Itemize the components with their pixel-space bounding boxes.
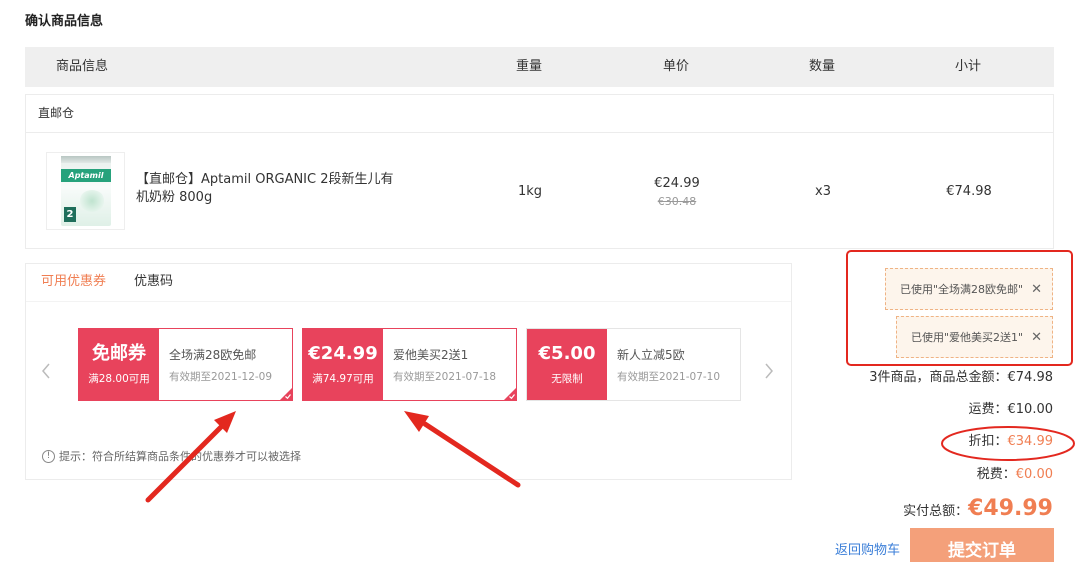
back-to-cart-link[interactable]: 返回购物车 — [835, 543, 900, 559]
items-total-value: €74.98 — [1007, 370, 1054, 385]
product-quantity: x3 — [815, 184, 831, 199]
coupon-value: €5.00 — [538, 343, 596, 364]
tax-row: 税费：€0.00 — [977, 467, 1053, 483]
coupon-value: 免邮券 — [92, 343, 146, 364]
shipping-value: €10.00 — [1007, 402, 1054, 417]
check-icon — [504, 388, 516, 400]
can-lid — [61, 156, 111, 163]
brand-logo: Aptamil — [61, 169, 111, 182]
tab-coupon-code[interactable]: 优惠码 — [134, 274, 173, 290]
applied-coupon-label: 已使用"爱他美买2送1" — [910, 331, 1024, 344]
submit-order-button[interactable]: 提交订单 — [910, 528, 1054, 562]
discount-row: 折扣：€34.99 — [968, 434, 1053, 450]
coupon-value-panel: 免邮券 满28.00可用 — [79, 329, 159, 400]
coupon-panel: 可用优惠券 优惠码 免邮券 满28.00可用 全场满28欧免邮 有效期至2021… — [25, 263, 792, 480]
warehouse-label: 直邮仓 — [38, 106, 75, 120]
tab-divider — [26, 301, 791, 302]
chevron-left-icon[interactable] — [41, 363, 51, 379]
table-header: 商品信息 重量 单价 数量 小计 — [25, 47, 1054, 87]
coupon-value-panel: €5.00 无限制 — [527, 329, 607, 400]
product-can-illustration: Aptamil 2 — [61, 156, 111, 226]
shipping-label: 运费： — [968, 402, 1008, 417]
coupon-validity: 有效期至2021-07-10 — [617, 371, 721, 383]
product-price: €24.99 — [654, 176, 700, 191]
column-header-weight: 重量 — [515, 59, 543, 74]
coupon-condition: 满28.00可用 — [88, 373, 150, 385]
column-header-product: 商品信息 — [55, 59, 109, 74]
order-confirm-page: 确认商品信息 商品信息 重量 单价 数量 小计 直邮仓 Aptamil 2 【直… — [0, 0, 1080, 562]
divider — [26, 132, 1053, 133]
tax-label: 税费： — [976, 467, 1016, 482]
coupon-validity: 有效期至2021-12-09 — [169, 371, 273, 383]
tax-value: €0.00 — [1015, 467, 1053, 482]
page-title: 确认商品信息 — [25, 14, 104, 29]
coupon-value: €24.99 — [308, 343, 378, 364]
shipping-row: 运费：€10.00 — [968, 402, 1053, 418]
close-icon[interactable]: ✕ — [1031, 330, 1042, 345]
check-icon — [280, 388, 292, 400]
coupon-title: 爱他美买2送1 — [393, 348, 469, 362]
grand-total-value: €49.99 — [968, 496, 1053, 521]
coupon-card-new-user[interactable]: €5.00 无限制 新人立减5欧 有效期至2021-07-10 — [526, 328, 741, 401]
coupon-title: 新人立减5欧 — [617, 348, 685, 362]
discount-label: 折扣： — [968, 434, 1008, 449]
coupon-validity: 有效期至2021-07-18 — [393, 371, 497, 383]
coupon-card-buy2get1[interactable]: €24.99 满74.97可用 爱他美买2送1 有效期至2021-07-18 — [302, 328, 517, 401]
coupon-hint-text: 提示：符合所结算商品条件的优惠券才可以被选择 — [59, 450, 301, 463]
applied-coupon-tag: 已使用"爱他美买2送1" ✕ — [895, 316, 1053, 358]
product-group: 直邮仓 Aptamil 2 【直邮仓】Aptamil ORGANIC 2段新生儿… — [25, 94, 1054, 249]
product-image[interactable]: Aptamil 2 — [46, 152, 125, 230]
items-total-row: 3件商品，商品总金额：€74.98 — [869, 370, 1053, 386]
coupon-title: 全场满28欧免邮 — [169, 348, 257, 362]
column-header-subtotal: 小计 — [954, 59, 982, 74]
grand-total-label: 实付总额： — [903, 504, 969, 519]
discount-value: €34.99 — [1007, 434, 1054, 449]
items-total-label: 3件商品，商品总金额： — [869, 370, 1008, 385]
coupon-card-free-shipping[interactable]: 免邮券 满28.00可用 全场满28欧免邮 有效期至2021-12-09 — [78, 328, 293, 401]
product-subtotal: €74.98 — [946, 184, 992, 199]
product-name-link[interactable]: 【直邮仓】Aptamil ORGANIC 2段新生儿有机奶粉 800g — [136, 171, 398, 207]
close-icon[interactable]: ✕ — [1031, 282, 1042, 297]
grand-total-row: 实付总额：€49.99 — [903, 495, 1053, 526]
column-header-quantity: 数量 — [808, 59, 836, 74]
applied-coupon-tag: 已使用"全场满28欧免邮" ✕ — [884, 268, 1053, 310]
product-weight: 1kg — [517, 184, 543, 199]
can-decoration — [79, 190, 105, 212]
coupon-condition: 无限制 — [551, 373, 583, 385]
info-icon: ! — [42, 450, 55, 463]
applied-coupon-label: 已使用"全场满28欧免邮" — [899, 283, 1024, 296]
product-original-price: €30.48 — [657, 195, 697, 208]
coupon-condition: 满74.97可用 — [312, 373, 374, 385]
stage-number-badge: 2 — [64, 207, 76, 222]
tab-available-coupons[interactable]: 可用优惠券 — [41, 274, 106, 290]
column-header-unit-price: 单价 — [662, 59, 690, 74]
coupon-value-panel: €24.99 满74.97可用 — [303, 329, 383, 400]
chevron-right-icon[interactable] — [764, 363, 774, 379]
